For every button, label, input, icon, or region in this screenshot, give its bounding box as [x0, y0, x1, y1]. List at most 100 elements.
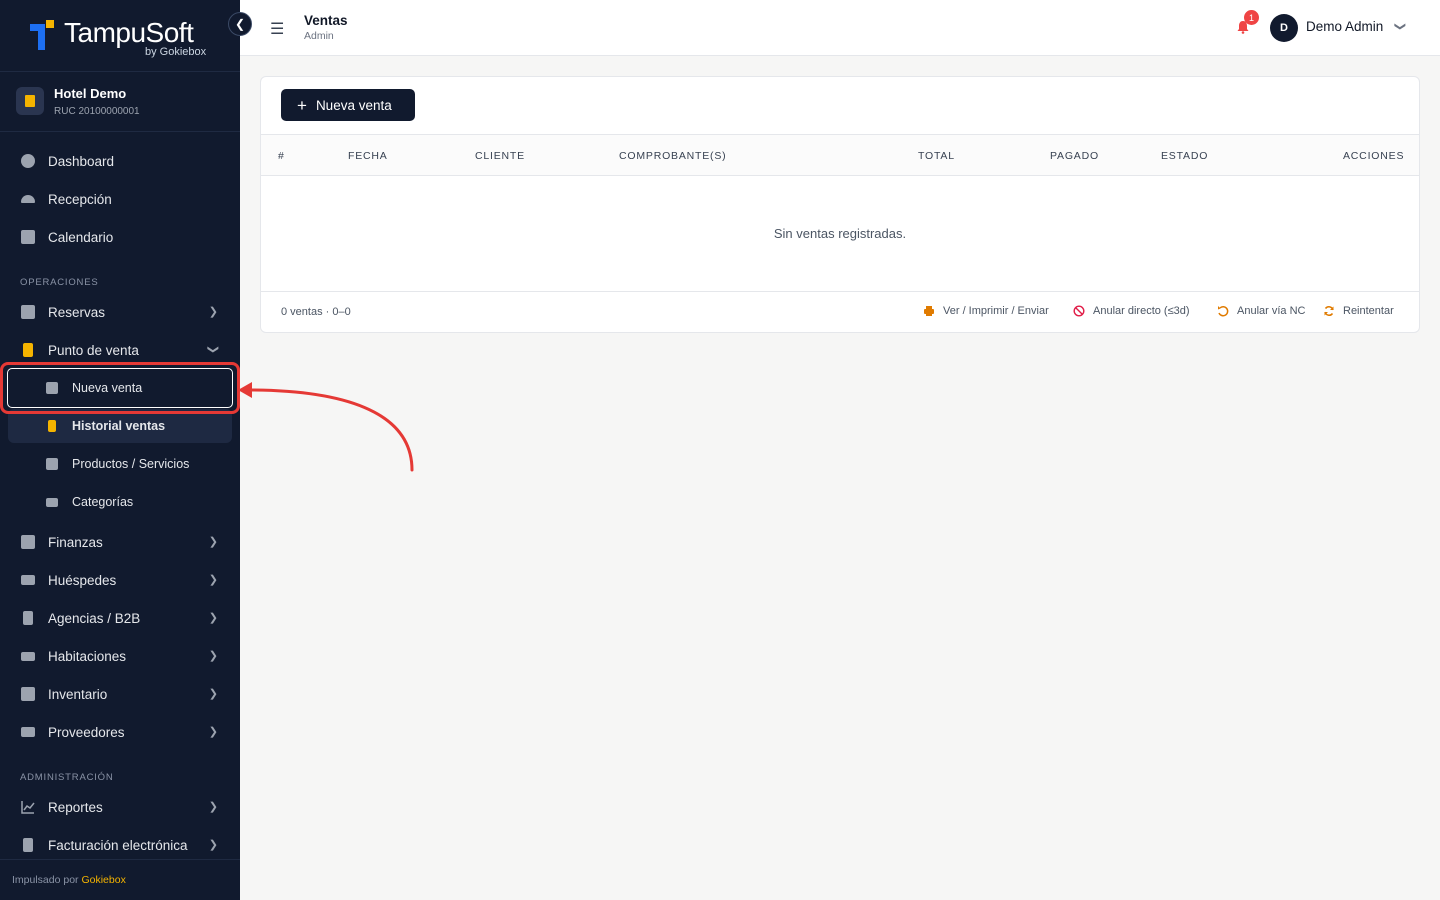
sidebar-item-label: Huéspedes — [48, 572, 117, 588]
sidebar-item-label: Calendario — [48, 229, 114, 245]
legend-reintentar: Reintentar — [1323, 305, 1394, 317]
column-header: COMPROBANTE(S) — [619, 150, 727, 162]
hotel-selector[interactable]: Hotel Demo RUC 20100000001 — [0, 72, 240, 132]
sidebar-item-calendario[interactable]: Calendario — [8, 220, 232, 254]
refresh-icon — [1324, 306, 1334, 316]
layers-icon — [46, 497, 58, 507]
sidebar-item-label: Recepción — [48, 191, 112, 207]
sidebar-item-agencias[interactable]: Agencias / B2B ❯ — [8, 601, 232, 635]
column-header: # — [278, 150, 285, 162]
user-name[interactable]: Demo Admin — [1306, 19, 1383, 34]
sidebar-item-recepcion[interactable]: Recepción — [8, 182, 232, 216]
ban-icon — [1073, 305, 1085, 317]
sidebar-item-label: Historial ventas — [72, 419, 166, 433]
sidebar-item-label: Categorías — [72, 495, 134, 509]
legend-anular-nc-label: Anular vía NC — [1237, 305, 1306, 317]
chevron-right-icon: ❯ — [208, 536, 218, 548]
sidebar-subitem-historial-ventas[interactable]: Historial ventas — [8, 409, 232, 443]
sidebar-item-proveedores[interactable]: Proveedores ❯ — [8, 715, 232, 749]
sidebar-item-label: Dashboard — [48, 153, 115, 169]
sidebar-item-label: Facturación electrónica — [48, 837, 188, 853]
powered-brand-link[interactable]: Gokiebox — [81, 874, 125, 886]
legend-ver: Ver / Imprimir / Enviar — [923, 305, 1049, 317]
hotel-ruc: RUC 20100000001 — [54, 106, 140, 117]
new-sale-label: Nueva venta — [315, 97, 392, 113]
chevron-down-icon[interactable]: ❯ — [1394, 22, 1407, 31]
sidebar-subitem-categorias[interactable]: Categorías — [8, 485, 232, 519]
bell-concierge-icon — [21, 195, 35, 203]
sidebar-item-label: Habitaciones — [48, 648, 127, 664]
chevron-right-icon: ❯ — [208, 574, 218, 586]
sidebar-subitem-productos-servicios[interactable]: Productos / Servicios — [8, 447, 232, 481]
collapse-sidebar-button[interactable]: ❮ — [228, 12, 252, 36]
section-label-administracion: ADMINISTRACIÓN — [20, 772, 114, 783]
sidebar-item-finanzas[interactable]: Finanzas ❯ — [8, 525, 232, 559]
sidebar-item-label: Punto de venta — [48, 342, 139, 358]
chevron-down-icon: ❯ — [206, 344, 219, 355]
sales-card: + Nueva venta # FECHA CLIENTE COMPROBANT… — [260, 76, 1420, 333]
printer-icon — [924, 306, 934, 316]
invoice-icon — [23, 838, 33, 852]
sidebar-item-label: Reportes — [48, 799, 103, 815]
dashboard-icon — [21, 154, 35, 168]
chevron-right-icon: ❯ — [208, 612, 218, 624]
notification-badge: 1 — [1244, 10, 1259, 25]
chevron-right-icon: ❯ — [208, 688, 218, 700]
chevron-right-icon: ❯ — [208, 306, 218, 318]
highlight-inner-border — [7, 368, 233, 408]
topbar: ☰ Ventas Admin 1 D Demo Admin ❯ — [240, 0, 1440, 56]
column-header: TOTAL — [918, 150, 955, 162]
chevron-right-icon: ❯ — [208, 801, 218, 813]
sidebar-item-label: Inventario — [48, 686, 108, 702]
sidebar-item-dashboard[interactable]: Dashboard — [8, 144, 232, 178]
table-header: # FECHA CLIENTE COMPROBANTE(S) TOTAL PAG… — [261, 134, 1419, 176]
calendar-grid-icon — [21, 305, 35, 319]
legend-anular-directo-label: Anular directo (≤3d) — [1093, 305, 1190, 317]
empty-state: Sin ventas registradas. — [261, 176, 1419, 292]
column-header: ESTADO — [1161, 150, 1209, 162]
bag-icon — [46, 458, 58, 470]
truck-icon — [21, 727, 35, 737]
avatar[interactable]: D — [1270, 14, 1298, 42]
brand: TampuSoft by Gokiebox — [0, 0, 240, 72]
hamburger-menu-icon[interactable]: ☰ — [270, 19, 284, 39]
annotation-arrow — [238, 382, 414, 472]
sidebar: TampuSoft by Gokiebox Hotel Demo RUC 201… — [0, 0, 240, 900]
calendar-icon — [21, 230, 35, 244]
coins-icon — [21, 535, 35, 549]
sidebar-item-habitaciones[interactable]: Habitaciones ❯ — [8, 639, 232, 673]
pagination-count: 0 ventas · 0–0 — [281, 306, 351, 318]
column-header: FECHA — [348, 150, 388, 162]
sidebar-item-inventario[interactable]: Inventario ❯ — [8, 677, 232, 711]
column-header: CLIENTE — [475, 150, 525, 162]
hotel-name: Hotel Demo — [54, 86, 127, 101]
chevron-right-icon: ❯ — [208, 650, 218, 662]
legend-reintentar-label: Reintentar — [1343, 305, 1394, 317]
sidebar-item-label: Proveedores — [48, 724, 125, 740]
receipt-icon — [23, 343, 33, 357]
sidebar-item-label: Reservas — [48, 304, 106, 320]
plus-icon: + — [297, 95, 307, 115]
brand-name: TampuSoft — [64, 17, 194, 48]
sidebar-item-reportes[interactable]: Reportes ❯ — [8, 790, 232, 824]
id-card-icon — [21, 575, 35, 585]
sidebar-item-facturacion[interactable]: Facturación electrónica ❯ — [8, 828, 232, 862]
chevron-right-icon: ❯ — [208, 839, 218, 851]
powered-by: Impulsado por Gokiebox — [0, 859, 240, 900]
sidebar-item-label: Agencias / B2B — [48, 610, 141, 626]
new-sale-button[interactable]: + Nueva venta — [281, 89, 415, 121]
undo-icon — [1218, 305, 1229, 317]
column-header: PAGADO — [1050, 150, 1099, 162]
legend-anular-directo: Anular directo (≤3d) — [1073, 305, 1190, 317]
chart-line-icon — [21, 801, 35, 814]
warehouse-icon — [21, 687, 35, 701]
legend-ver-label: Ver / Imprimir / Enviar — [943, 305, 1049, 317]
page-subtitle: Admin — [304, 30, 334, 42]
receipt-icon — [48, 420, 56, 432]
chevron-right-icon: ❯ — [208, 726, 218, 738]
sidebar-item-huespedes[interactable]: Huéspedes ❯ — [8, 563, 232, 597]
bed-icon — [21, 651, 35, 661]
tampusoft-logo-icon — [30, 20, 54, 50]
briefcase-icon — [23, 611, 33, 625]
sidebar-item-reservas[interactable]: Reservas ❯ — [8, 295, 232, 329]
